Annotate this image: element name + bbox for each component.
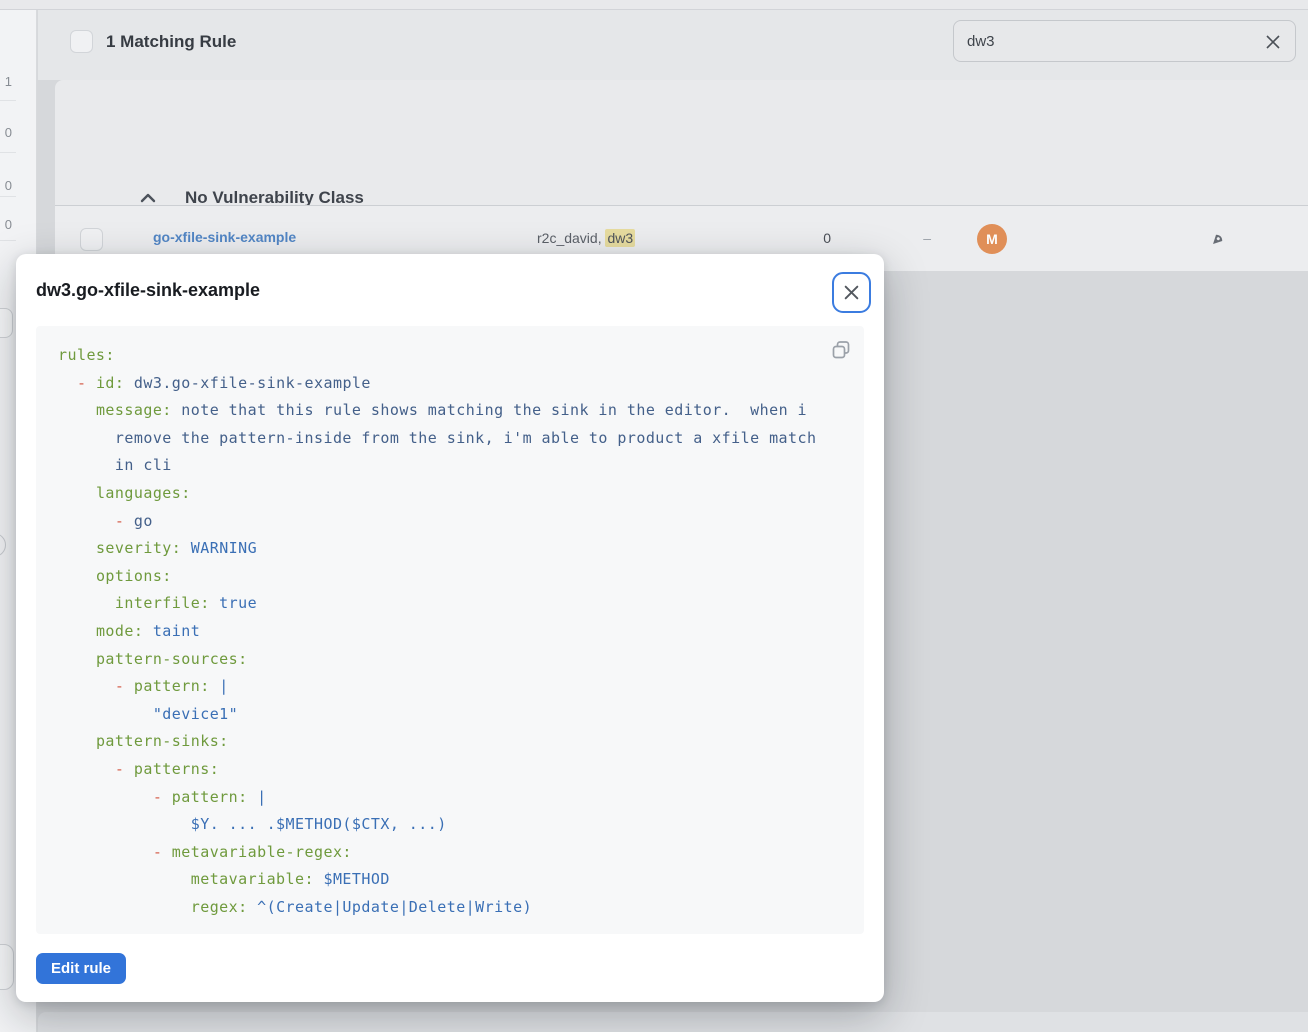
- modal-title: dw3.go-xfile-sink-example: [36, 280, 260, 301]
- labels-cell: r2c_david, dw3: [537, 230, 635, 246]
- next-section-edge: [38, 1012, 1308, 1032]
- row-checkbox[interactable]: [80, 228, 103, 251]
- rule-yaml-code-block: rules: - id: dw3.go-xfile-sink-example m…: [36, 326, 864, 934]
- edit-rule-button[interactable]: Edit rule: [36, 953, 126, 984]
- sidebar-divider: [0, 100, 16, 101]
- sidebar-clipped-button: [0, 308, 13, 338]
- severity-medium-badge: M: [977, 224, 1007, 254]
- clear-search-icon[interactable]: [1263, 32, 1283, 52]
- label-plain: r2c_david,: [537, 230, 605, 246]
- code-block-pre: rules: - id: dw3.go-xfile-sink-example m…: [36, 326, 864, 937]
- label-highlighted: dw3: [605, 229, 635, 247]
- matching-rules-count: 1 Matching Rule: [106, 32, 236, 52]
- open-findings-value: 0: [728, 230, 831, 246]
- sidebar-count: 0: [0, 217, 12, 232]
- rule-detail-modal: dw3.go-xfile-sink-example rules: - id: d…: [16, 254, 884, 1002]
- close-icon: [843, 284, 860, 301]
- search-input[interactable]: [967, 21, 1257, 61]
- pen-source-icon: [1210, 231, 1226, 247]
- sidebar-divider: [0, 196, 16, 197]
- top-bar: [0, 0, 1308, 10]
- copy-icon[interactable]: [831, 340, 851, 360]
- sidebar-count: 0: [0, 125, 12, 140]
- modal-close-button[interactable]: [832, 272, 871, 313]
- sidebar-clipped-button: [0, 944, 14, 990]
- sidebar-count: 1: [0, 74, 12, 89]
- rule-name-link[interactable]: go-xfile-sink-example: [153, 229, 296, 245]
- rule-search: [953, 20, 1296, 62]
- sidebar-divider: [0, 152, 16, 153]
- sidebar-clipped-avatar: [0, 533, 6, 557]
- sidebar-count: 0: [0, 178, 12, 193]
- sidebar-divider: [0, 240, 16, 241]
- fix-rate-value: –: [871, 230, 931, 246]
- select-all-checkbox[interactable]: [70, 30, 93, 53]
